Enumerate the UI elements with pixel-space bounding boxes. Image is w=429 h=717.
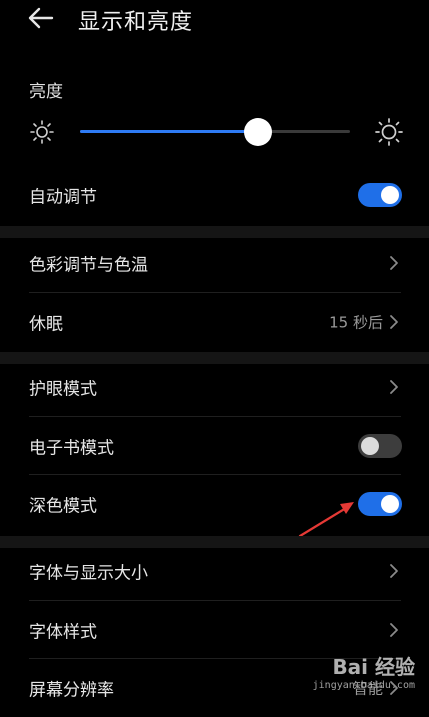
chevron-right-icon [390, 380, 398, 394]
font-style-label: 字体样式 [29, 622, 97, 643]
toggle-knob [361, 437, 379, 455]
ebook-mode-toggle[interactable] [358, 434, 402, 458]
color-temp-label: 色彩调节与色温 [29, 255, 148, 276]
chevron-right-icon [390, 623, 398, 637]
eye-comfort-row[interactable]: 护眼模式 [0, 358, 429, 416]
sleep-value: 15 秒后 [329, 313, 383, 332]
brightness-slider-thumb[interactable] [244, 118, 272, 146]
brightness-slider-fill [80, 130, 258, 133]
auto-adjust-toggle[interactable] [358, 183, 402, 207]
chevron-right-icon [390, 564, 398, 578]
auto-adjust-label: 自动调节 [29, 187, 97, 208]
arrow-left-icon[interactable] [26, 6, 54, 30]
chevron-right-icon [390, 315, 398, 329]
top-bar: 显示和亮度 [0, 0, 429, 40]
sleep-row[interactable]: 休眠 15 秒后 [0, 293, 429, 351]
resolution-label: 屏幕分辨率 [29, 680, 114, 701]
sleep-label: 休眠 [29, 314, 63, 335]
font-size-row[interactable]: 字体与显示大小 [0, 542, 429, 600]
page-title: 显示和亮度 [78, 10, 194, 35]
chevron-right-icon [390, 256, 398, 270]
brightness-slider[interactable] [80, 130, 350, 133]
color-temp-row[interactable]: 色彩调节与色温 [0, 234, 429, 292]
toggle-knob [381, 495, 399, 513]
watermark: Bai 经验 jingyan.baidu.com [313, 651, 415, 691]
font-size-label: 字体与显示大小 [29, 563, 148, 584]
auto-adjust-row[interactable]: 自动调节 [0, 166, 429, 224]
red-arrow-pointer [298, 502, 354, 538]
ebook-mode-row[interactable]: 电子书模式 [0, 417, 429, 475]
brightness-label: 亮度 [29, 82, 63, 102]
dark-mode-row[interactable]: 深色模式 [0, 475, 429, 533]
sun-small-icon [30, 120, 54, 144]
ebook-mode-label: 电子书模式 [29, 438, 114, 459]
sun-large-icon [375, 118, 403, 146]
dark-mode-toggle[interactable] [358, 492, 402, 516]
eye-comfort-label: 护眼模式 [29, 379, 97, 400]
toggle-knob [381, 186, 399, 204]
dark-mode-label: 深色模式 [29, 496, 97, 517]
watermark-brand: Bai 经验 [332, 655, 415, 679]
watermark-url: jingyan.baidu.com [312, 680, 415, 691]
